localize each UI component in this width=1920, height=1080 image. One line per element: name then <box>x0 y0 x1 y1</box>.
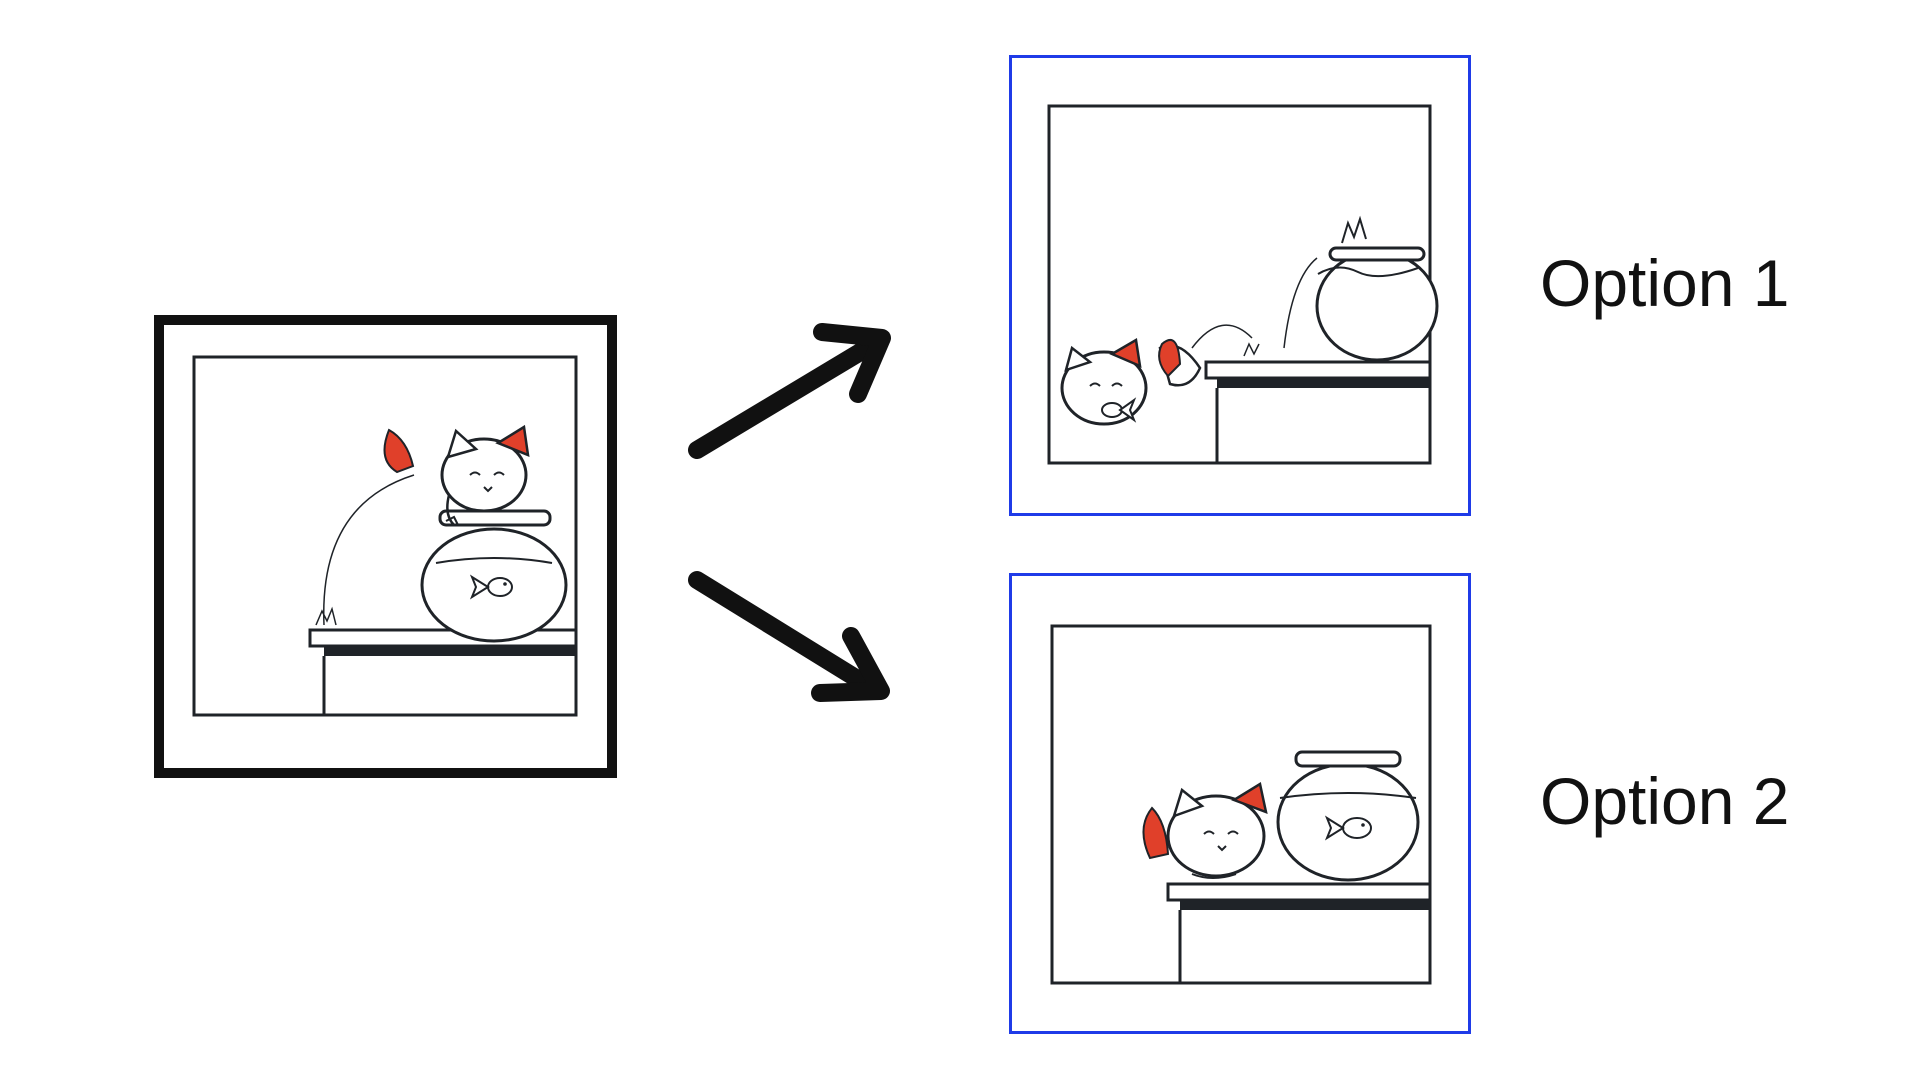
option-1-panel[interactable] <box>1009 55 1471 516</box>
arrow-down-right-icon <box>688 571 890 702</box>
arrow-up-right-icon <box>688 323 891 459</box>
option-2-panel[interactable] <box>1009 573 1471 1034</box>
goldfish <box>1324 815 1372 841</box>
goldfish <box>469 574 513 600</box>
option-2-label: Option 2 <box>1540 764 1790 838</box>
source-comic-panel <box>154 315 617 778</box>
option-1-label: Option 1 <box>1540 246 1790 320</box>
option-1-illustration <box>1047 104 1439 465</box>
option-2-illustration <box>1050 624 1432 985</box>
source-comic-illustration <box>192 355 578 717</box>
comic-choice-diagram: Option 1 Option 2 <box>0 0 1920 1080</box>
